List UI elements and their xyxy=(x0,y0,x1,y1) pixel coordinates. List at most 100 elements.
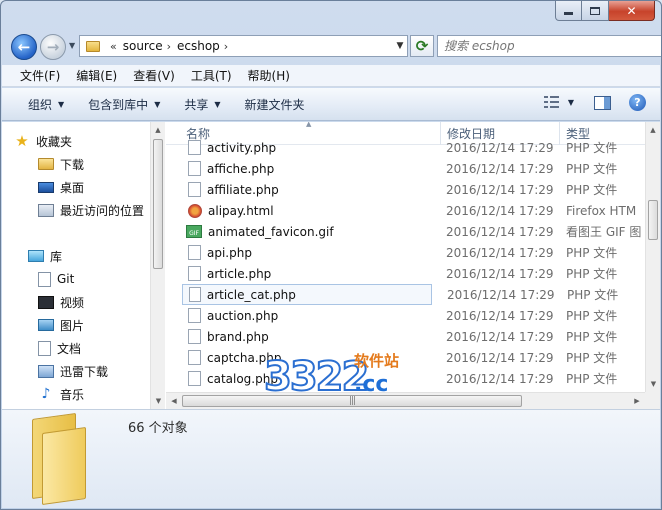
breadcrumb-separator[interactable]: › xyxy=(167,40,171,53)
scroll-down-icon[interactable]: ▼ xyxy=(646,376,660,392)
menu-edit[interactable]: 编辑(E) xyxy=(68,67,125,84)
refresh-button[interactable]: ⟳ xyxy=(410,35,434,57)
file-row[interactable]: affiche.php 2016/12/14 17:29 PHP 文件 xyxy=(182,158,652,179)
scroll-right-icon[interactable]: ▶ xyxy=(629,393,645,409)
file-type: PHP 文件 xyxy=(566,309,618,323)
maximize-button[interactable] xyxy=(582,1,609,21)
menu-tools[interactable]: 工具(T) xyxy=(183,67,240,84)
close-button[interactable]: ✕ xyxy=(609,1,655,21)
file-date-modified: 2016/12/14 17:29 xyxy=(446,203,554,218)
file-list-vertical-scrollbar[interactable]: ▲ ▼ xyxy=(645,122,660,392)
scroll-up-icon[interactable]: ▲ xyxy=(151,122,165,138)
nav-git[interactable]: Git xyxy=(38,269,74,289)
file-date-modified: 2016/12/14 17:29 xyxy=(446,161,554,176)
file-date-modified: 2016/12/14 17:29 xyxy=(446,224,554,239)
php-file-icon xyxy=(188,161,201,176)
address-bar[interactable]: « source › ecshop › ▼ xyxy=(79,35,408,57)
nav-label: 桌面 xyxy=(60,180,85,195)
chevron-down-icon: ▼ xyxy=(154,99,161,109)
arrow-left-icon: ← xyxy=(17,38,31,56)
file-type: PHP 文件 xyxy=(566,267,618,281)
file-type: PHP 文件 xyxy=(566,141,618,155)
nav-recent-places[interactable]: 最近访问的位置 xyxy=(38,200,144,220)
nav-label: 音乐 xyxy=(60,387,85,402)
nav-label: Git xyxy=(57,272,75,286)
php-file-icon xyxy=(188,140,201,155)
back-button[interactable]: ← xyxy=(11,34,37,60)
file-row[interactable]: captcha.php 2016/12/14 17:29 PHP 文件 xyxy=(182,347,652,368)
minimize-icon xyxy=(564,12,573,15)
file-row[interactable]: article.php 2016/12/14 17:29 PHP 文件 xyxy=(182,263,652,284)
preview-pane-icon[interactable] xyxy=(594,95,611,110)
breadcrumb-ecshop[interactable]: ecshop xyxy=(177,39,220,53)
folder-icon xyxy=(86,40,100,52)
menu-bar: 文件(F) 编辑(E) 查看(V) 工具(T) 帮助(H) xyxy=(2,65,660,87)
file-row[interactable]: affiliate.php 2016/12/14 17:29 PHP 文件 xyxy=(182,179,652,200)
recent-pages-button[interactable]: ▼ xyxy=(69,41,75,50)
nav-thunder-downloads[interactable]: 迅雷下载 xyxy=(38,361,108,381)
view-options-icon[interactable] xyxy=(543,95,560,110)
file-row[interactable]: brand.php 2016/12/14 17:29 PHP 文件 xyxy=(182,326,652,347)
menu-help[interactable]: 帮助(H) xyxy=(240,67,298,84)
new-folder-button[interactable]: 新建文件夹 xyxy=(235,96,319,113)
maximize-icon xyxy=(590,6,600,15)
file-row[interactable]: api.php 2016/12/14 17:29 PHP 文件 xyxy=(182,242,652,263)
address-dropdown[interactable]: ▼ xyxy=(393,41,407,51)
help-icon[interactable]: ? xyxy=(629,94,646,111)
file-name: api.php xyxy=(207,245,252,260)
nav-label: 收藏夹 xyxy=(36,134,73,149)
nav-libraries[interactable]: 库 xyxy=(28,246,62,266)
file-date-modified: 2016/12/14 17:29 xyxy=(446,182,554,197)
breadcrumb-source[interactable]: source xyxy=(123,39,163,53)
file-row[interactable]: alipay.html 2016/12/14 17:29 Firefox HTM xyxy=(182,200,652,221)
nav-music[interactable]: ♪ 音乐 xyxy=(38,384,84,404)
vertical-scroll-thumb[interactable] xyxy=(648,200,658,240)
forward-button[interactable]: → xyxy=(40,34,66,60)
file-name: auction.php xyxy=(207,308,279,323)
file-row[interactable]: article_cat.php 2016/12/14 17:29 PHP 文件 xyxy=(182,284,618,305)
php-file-icon xyxy=(188,182,201,197)
nav-desktop[interactable]: 桌面 xyxy=(38,177,84,197)
nav-scroll-thumb[interactable] xyxy=(153,139,163,269)
file-name: captcha.php xyxy=(207,350,282,365)
organize-button[interactable]: 组织 ▼ xyxy=(18,96,78,113)
nav-video[interactable]: 视频 xyxy=(38,292,84,312)
organize-label: 组织 xyxy=(28,97,53,112)
menu-view[interactable]: 查看(V) xyxy=(125,67,183,84)
gif-file-icon: GIF xyxy=(186,225,202,238)
scroll-up-icon[interactable]: ▲ xyxy=(646,122,660,138)
file-row[interactable]: GIF animated_favicon.gif 2016/12/14 17:29 看… xyxy=(182,221,652,242)
search-input[interactable] xyxy=(438,39,660,53)
nav-downloads[interactable]: 下载 xyxy=(38,154,84,174)
php-file-icon xyxy=(189,287,201,302)
include-in-library-button[interactable]: 包含到库中 ▼ xyxy=(78,96,174,113)
firefox-file-icon xyxy=(188,203,202,218)
recent-places-icon xyxy=(38,203,54,217)
nav-scrollbar[interactable]: ▲ ▼ xyxy=(150,122,165,409)
arrow-right-icon: → xyxy=(46,38,60,56)
breadcrumb-separator[interactable]: › xyxy=(224,40,228,53)
nav-documents[interactable]: 文档 xyxy=(38,338,81,358)
file-list-horizontal-scrollbar[interactable]: ◀ ||| ▶ xyxy=(166,392,645,409)
file-name: affiche.php xyxy=(207,161,275,176)
horizontal-scroll-thumb[interactable]: ||| xyxy=(182,395,522,407)
menu-file[interactable]: 文件(F) xyxy=(12,67,68,84)
file-row[interactable]: activity.php 2016/12/14 17:29 PHP 文件 xyxy=(182,137,652,158)
download-icon xyxy=(38,364,54,378)
minimize-button[interactable] xyxy=(555,1,582,21)
php-file-icon xyxy=(188,245,201,260)
nav-label: 图片 xyxy=(60,318,85,333)
address-row: ← → ▼ « source › ecshop › ▼ ⟳ ⚲ xyxy=(7,32,661,60)
nav-favorites[interactable]: ★ 收藏夹 xyxy=(14,131,72,151)
downloads-folder-icon xyxy=(38,158,54,170)
overflow-crumb[interactable]: « xyxy=(110,40,117,53)
file-row[interactable]: catalog.php 2016/12/14 17:29 PHP 文件 xyxy=(182,368,652,389)
scroll-down-icon[interactable]: ▼ xyxy=(151,393,166,409)
file-row[interactable]: auction.php 2016/12/14 17:29 PHP 文件 xyxy=(182,305,652,326)
scroll-left-icon[interactable]: ◀ xyxy=(166,393,182,409)
video-icon xyxy=(38,295,54,309)
file-name: affiliate.php xyxy=(207,182,279,197)
view-options-dropdown[interactable]: ▼ xyxy=(568,98,574,107)
share-button[interactable]: 共享 ▼ xyxy=(174,96,234,113)
nav-pictures[interactable]: 图片 xyxy=(38,315,84,335)
